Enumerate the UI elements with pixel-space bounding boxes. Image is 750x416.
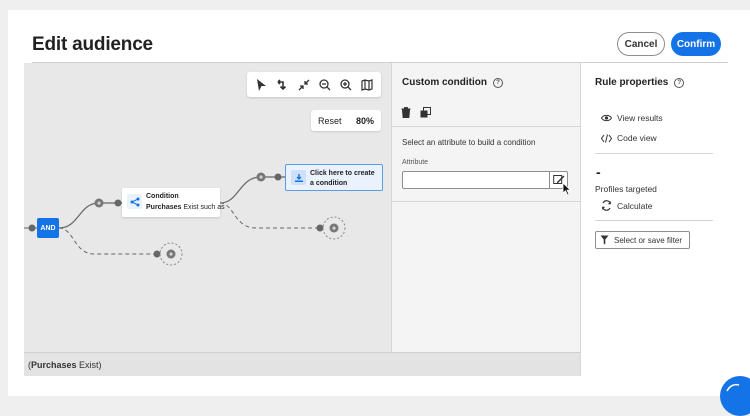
connector-dot bbox=[28, 224, 36, 232]
profiles-targeted-label: Profiles targeted bbox=[595, 184, 657, 194]
attribute-label: Attribute bbox=[402, 159, 429, 166]
map-icon[interactable] bbox=[359, 77, 375, 93]
select-pointer-icon[interactable] bbox=[254, 77, 270, 93]
zoom-control: Reset 80% bbox=[311, 110, 381, 131]
code-icon bbox=[601, 133, 612, 143]
svg-text:+: + bbox=[332, 226, 336, 233]
create-condition-text: Click here to create a condition bbox=[310, 170, 375, 187]
reset-zoom-button[interactable]: Reset bbox=[318, 116, 342, 126]
and-operator-node[interactable]: AND bbox=[37, 218, 59, 238]
view-results-label: View results bbox=[617, 113, 663, 123]
confirm-button[interactable]: Confirm bbox=[671, 32, 721, 56]
assistant-icon bbox=[726, 383, 740, 392]
custom-condition-heading: Custom condition? bbox=[402, 77, 503, 88]
rule-properties-panel: Rule properties? View results Code view … bbox=[580, 63, 720, 376]
svg-text:+: + bbox=[259, 175, 263, 182]
help-assistant-button[interactable] bbox=[720, 376, 750, 416]
zoom-out-icon[interactable] bbox=[317, 77, 333, 93]
code-view-label: Code view bbox=[617, 133, 657, 143]
attribute-input[interactable] bbox=[402, 171, 550, 189]
select-or-save-filter-button[interactable]: Select or save filter bbox=[595, 231, 690, 249]
create-condition-node[interactable]: Click here to create a condition bbox=[285, 164, 383, 191]
expression-summary: (Purchases Exist) bbox=[24, 352, 580, 376]
page-title: Edit audience bbox=[32, 34, 153, 55]
filter-icon bbox=[600, 235, 609, 245]
canvas-toolbar bbox=[247, 72, 381, 97]
eye-icon bbox=[601, 114, 612, 122]
mouse-cursor-icon bbox=[562, 182, 572, 196]
code-view-link[interactable]: Code view bbox=[601, 133, 657, 143]
duplicate-icon[interactable] bbox=[420, 105, 431, 123]
condition-node[interactable]: Condition Purchases Exist such as bbox=[122, 188, 225, 217]
svg-text:+: + bbox=[169, 252, 173, 259]
custom-condition-panel: Custom condition? Select an attribute to… bbox=[391, 63, 580, 352]
svg-text:+: + bbox=[97, 201, 101, 208]
profile-count: - bbox=[596, 164, 601, 180]
panel-divider bbox=[595, 220, 713, 221]
refresh-icon bbox=[601, 200, 612, 211]
zoom-in-icon[interactable] bbox=[338, 77, 354, 93]
filter-label: Select or save filter bbox=[614, 235, 683, 245]
delete-icon[interactable] bbox=[401, 105, 411, 123]
view-results-link[interactable]: View results bbox=[601, 113, 663, 123]
calculate-button[interactable]: Calculate bbox=[601, 200, 652, 211]
rule-canvas[interactable]: + + + + Reset 80% AND Condition Purchase… bbox=[24, 63, 391, 352]
panel-divider bbox=[392, 126, 580, 127]
calculate-label: Calculate bbox=[617, 200, 653, 211]
panel-divider bbox=[595, 153, 713, 154]
condition-subtitle: Purchases Exist such as bbox=[146, 204, 225, 211]
help-icon[interactable]: ? bbox=[674, 78, 685, 88]
help-icon[interactable]: ? bbox=[493, 78, 503, 88]
move-branch-icon[interactable] bbox=[275, 77, 291, 93]
condition-title: Condition bbox=[146, 193, 179, 200]
attribute-prompt: Select an attribute to build a condition bbox=[402, 138, 536, 147]
condition-share-icon bbox=[127, 194, 142, 209]
cancel-button[interactable]: Cancel bbox=[617, 32, 665, 56]
create-condition-icon bbox=[291, 170, 306, 185]
collapse-icon[interactable] bbox=[296, 77, 312, 93]
panel-divider bbox=[392, 201, 580, 202]
rule-properties-heading: Rule properties? bbox=[595, 77, 685, 88]
zoom-level: 80% bbox=[355, 115, 374, 126]
